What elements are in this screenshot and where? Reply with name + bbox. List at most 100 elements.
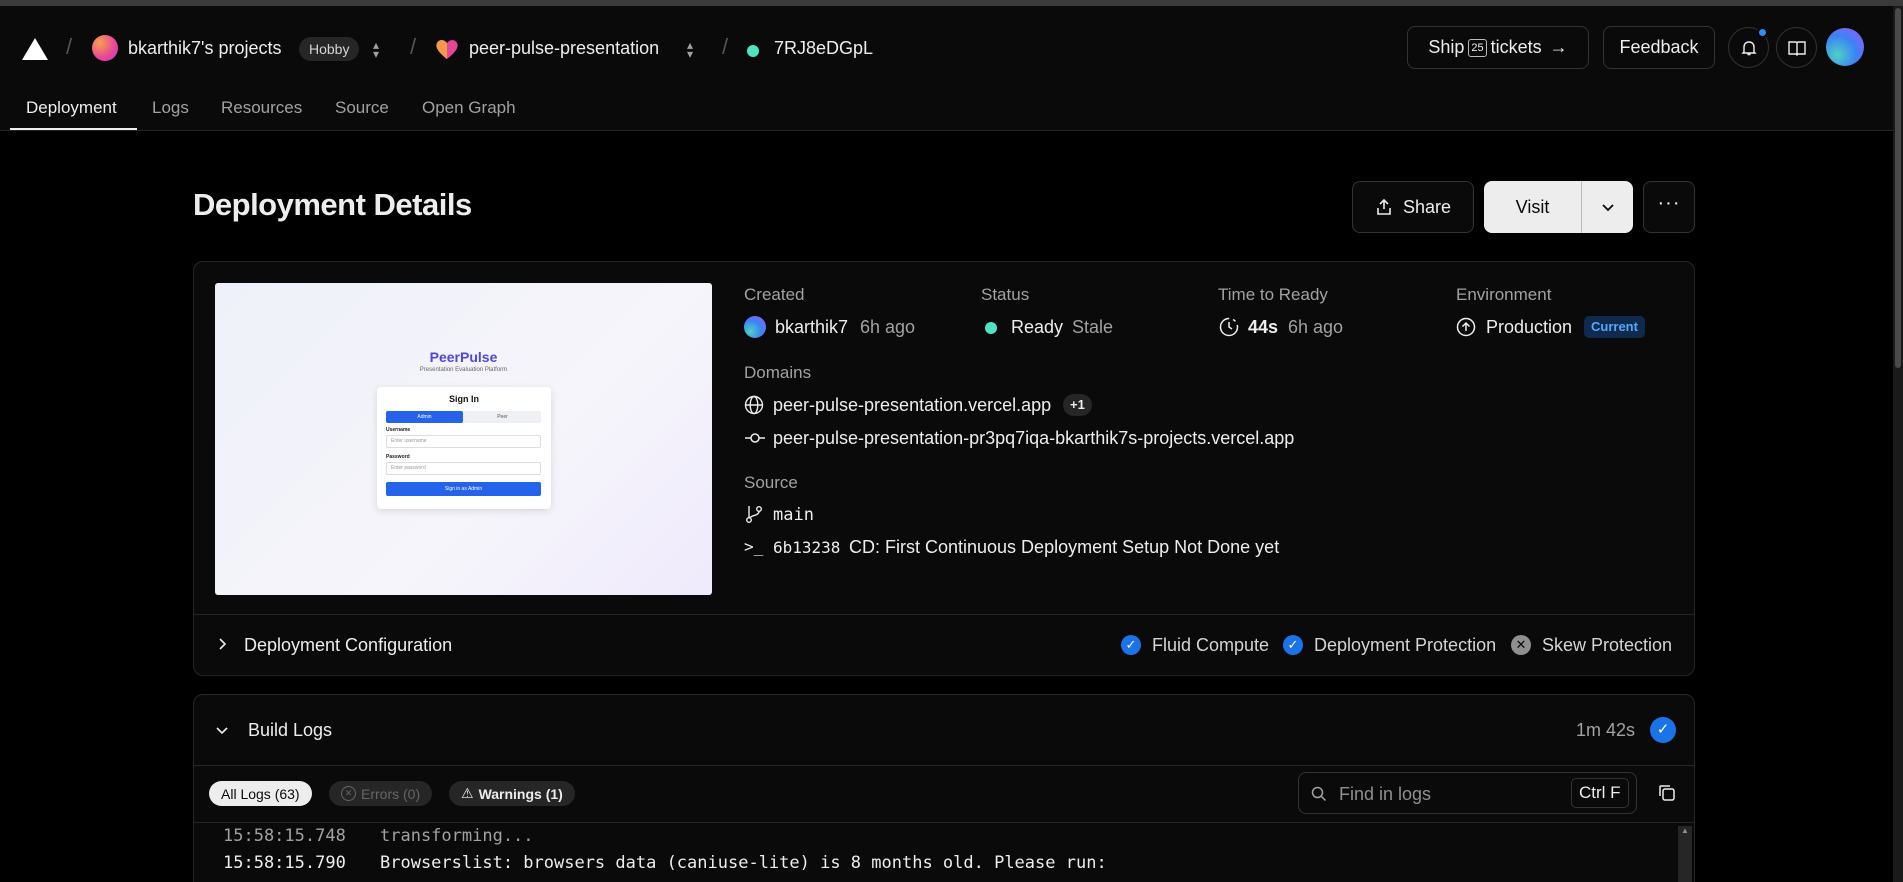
current-badge: Current [1584,316,1645,338]
breadcrumb-separator: / [66,34,73,59]
build-success-check-icon: ✓ [1650,717,1676,743]
creator-avatar [744,316,766,338]
skew-protection-x-icon: ✕ [1511,635,1531,655]
copy-icon [1659,785,1675,801]
find-in-logs-search[interactable]: Find in logs Ctrl F [1298,772,1637,814]
log-line-time: 15:58:15.748 [223,826,346,846]
fluid-compute-label[interactable]: Fluid Compute [1152,635,1269,656]
arrow-right-icon: → [1549,37,1568,57]
preview-username-input: Enter username [386,435,541,448]
commit-message[interactable]: CD: First Continuous Deployment Setup No… [849,537,1279,558]
share-button[interactable]: Share [1352,181,1474,233]
domain-more-badge[interactable]: +1 [1063,394,1092,416]
filter-all-logs[interactable]: All Logs (63) [209,781,312,806]
preview-signin-title: Sign In [449,394,479,404]
filter-warnings-label: Warnings (1) [478,785,563,802]
page-scrollbar-thumb[interactable] [1895,8,1901,368]
deployment-protection-check-icon: ✓ [1283,635,1303,655]
project-name-link[interactable]: peer-pulse-presentation [469,38,659,59]
filter-errors[interactable]: ✕ Errors (0) [329,781,433,806]
search-icon [1311,786,1327,802]
copy-logs-button[interactable] [1652,778,1682,808]
build-duration: 1m 42s [1576,720,1636,740]
deployment-tabs: Deployment Logs Resources Source Open Gr… [0,88,1893,131]
log-scrollbar[interactable]: ▲ [1678,826,1692,882]
log-line-text: transforming... [380,826,534,846]
created-time: 6h ago [860,317,916,337]
time-to-ready-value: 44s [1248,317,1279,337]
visit-dropdown-button[interactable] [1582,181,1633,233]
domain-primary-link[interactable]: peer-pulse-presentation.vercel.app [773,395,1051,416]
project-heart-icon [436,40,458,59]
active-tab-indicator [10,128,137,130]
visit-button[interactable]: Visit [1484,181,1582,233]
time-to-ready-label: Time to Ready [1218,285,1328,304]
preview-role-tabs: Admin Peer [386,411,541,423]
tab-logs[interactable]: Logs [152,98,189,118]
deployment-configuration-toggle[interactable]: Deployment Configuration [244,635,452,656]
ship-tickets-button[interactable]: Ship 25 tickets → [1407,26,1589,69]
filter-all-label: All Logs (63) [221,785,300,802]
build-logs-title[interactable]: Build Logs [248,720,332,741]
page-title: Deployment Details [193,187,472,222]
environment-value: Production [1486,317,1573,337]
chevron-right-icon[interactable] [214,636,230,652]
tab-deployment[interactable]: Deployment [26,98,117,118]
domain-deployment-link[interactable]: peer-pulse-presentation-pr3pq7iqa-bkarth… [773,428,1294,449]
commit-terminal-icon: >_ [744,537,764,556]
error-x-icon: ✕ [341,786,356,801]
chevron-down-icon[interactable] [214,722,230,738]
feedback-button[interactable]: Feedback [1603,26,1715,69]
filter-errors-label: Errors (0) [361,785,421,802]
tab-open-graph[interactable]: Open Graph [422,98,516,118]
deployment-id[interactable]: 7RJ8eDGpL [774,38,873,59]
timer-icon [1219,317,1239,337]
share-upload-icon [1377,198,1391,215]
globe-icon [744,395,764,415]
source-label: Source [744,473,798,492]
scroll-up-arrow-icon: ▲ [1681,826,1689,835]
top-header: / bkarthik7's projects Hobby ▴ ▾ / peer-p… [0,6,1893,131]
card-divider [194,614,1694,615]
docs-book-icon [1787,40,1806,56]
deployment-preview-screenshot[interactable]: PeerPulse Presentation Evaluation Platfo… [215,283,712,595]
tab-source[interactable]: Source [335,98,389,118]
filter-warnings[interactable]: ⚠ Warnings (1) [449,781,575,806]
preview-password-label: Password [386,454,410,460]
preview-tab-admin: Admin [386,411,463,423]
status-ready-dot [985,322,997,334]
ship-suffix: tickets [1490,37,1542,57]
source-branch[interactable]: main [773,505,814,525]
preview-password-input: Enter password [386,462,541,475]
commit-hash[interactable]: 6b13238 [773,538,840,557]
preview-app-title: PeerPulse [429,349,498,365]
find-shortcut-badge: Ctrl F [1571,778,1629,808]
user-avatar[interactable] [1826,28,1864,66]
docs-button[interactable] [1776,27,1817,68]
deployment-protection-label[interactable]: Deployment Protection [1314,635,1496,656]
preview-signin-button: Sign in as Admin [386,482,541,496]
tab-resources[interactable]: Resources [221,98,302,118]
notification-dot [1757,27,1768,38]
preview-tab-peer: Peer [497,414,508,420]
more-options-button[interactable]: ··· [1643,181,1695,233]
creator-name[interactable]: bkarthik7 [775,317,848,338]
log-line-time: 15:58:15.790 [223,853,346,873]
time-to-ready-ago: 6h ago [1288,317,1344,337]
vercel-logo-icon[interactable] [22,38,48,60]
team-name-link[interactable]: bkarthik7's projects [128,38,282,59]
ellipsis-icon: ··· [1657,191,1681,214]
environment-label: Environment [1456,285,1552,304]
skew-protection-label[interactable]: Skew Protection [1542,635,1672,656]
log-line-text: Browserslist: browsers data (caniuse-lit… [380,853,1107,873]
ship-number-badge: 25 [1468,38,1487,57]
warning-triangle-icon: ⚠ [461,785,474,801]
project-switcher-icon[interactable]: ▴ ▾ [683,39,697,60]
status-value: Ready [1011,317,1064,337]
team-switcher-icon[interactable]: ▴ ▾ [369,39,383,60]
preview-app-subtitle: Presentation Evaluation Platform [419,367,508,373]
status-label: Status [981,285,1030,304]
chevron-down-icon [1601,204,1614,212]
build-log-output: 15:58:15.748 transforming... 15:58:15.79… [194,823,1674,882]
production-arrow-icon [1456,317,1476,337]
